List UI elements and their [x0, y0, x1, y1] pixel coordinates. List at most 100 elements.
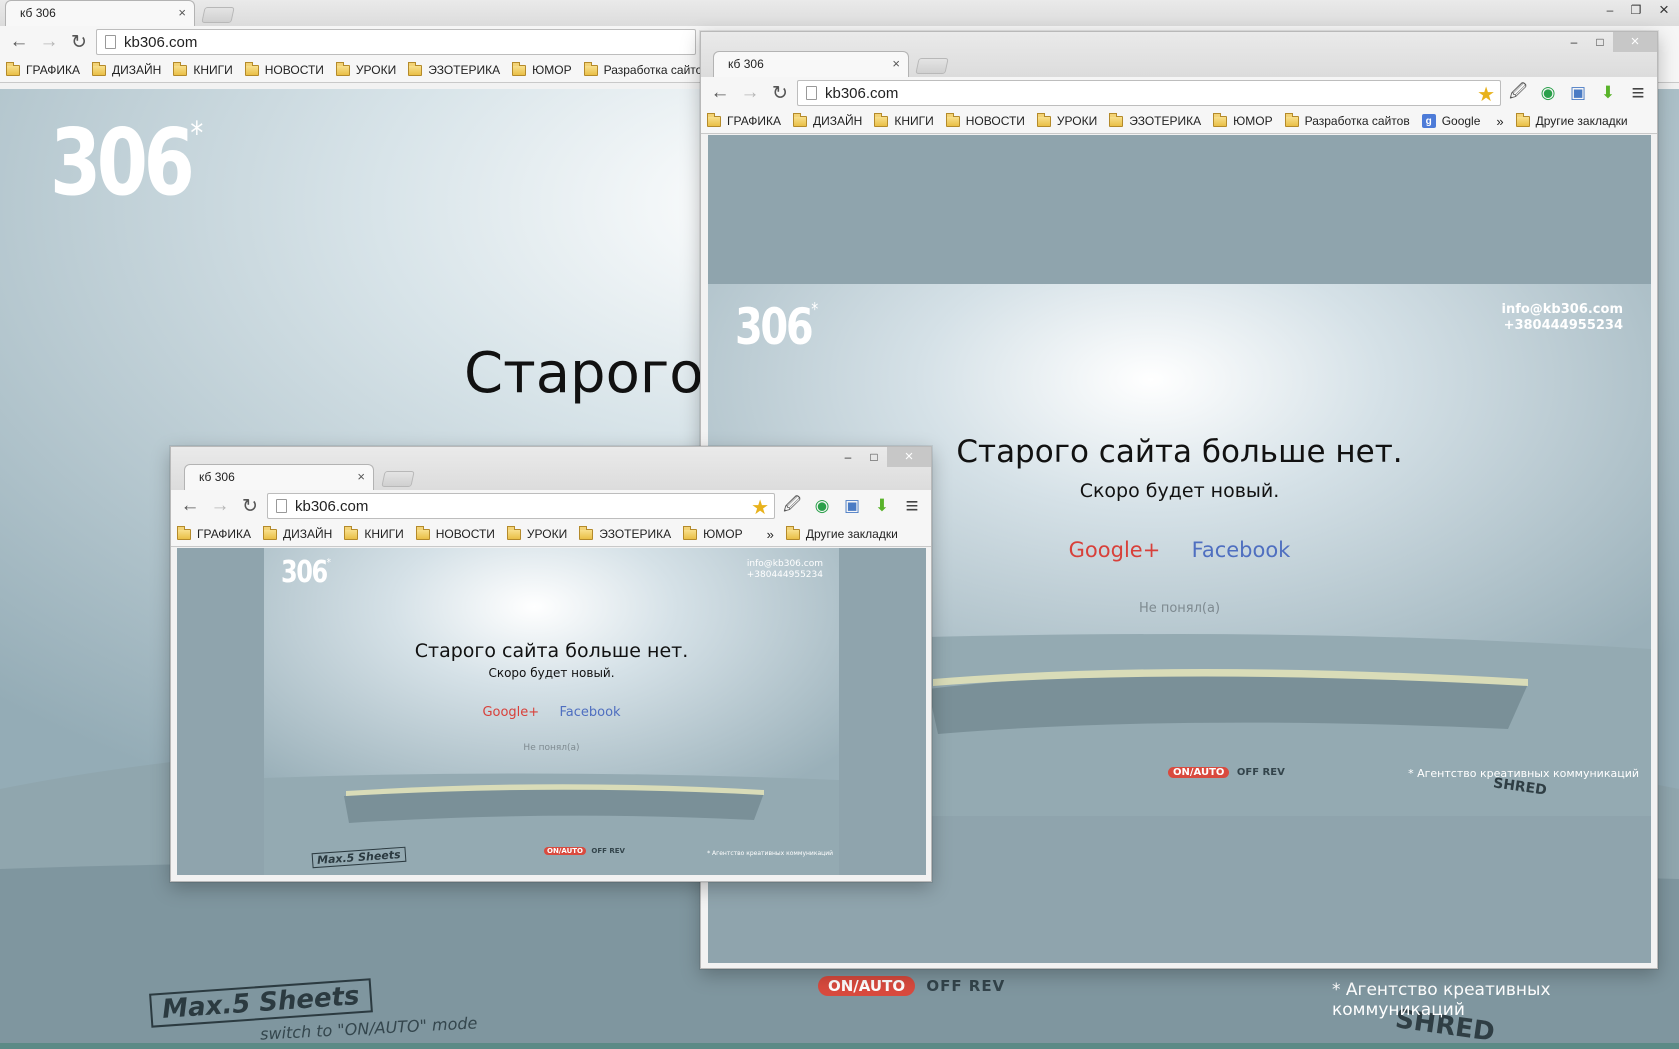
bookmark-folder[interactable]: ГРАФИКА [707, 112, 781, 128]
close-button[interactable]: × [1649, 0, 1679, 20]
bookmark-label: ДИЗАЙН [283, 527, 333, 541]
reload-icon[interactable]: ↻ [66, 29, 92, 55]
folder-icon [579, 525, 594, 540]
bookmark-folder[interactable]: ЭЗОТЕРИКА [1109, 112, 1201, 128]
minimize-button[interactable]: – [1597, 0, 1623, 20]
bookmark-other[interactable]: Другие закладки [1515, 112, 1628, 128]
bookmark-folder[interactable]: ЮМОР [683, 525, 743, 541]
maximize-button[interactable]: □ [861, 447, 887, 467]
tab-close-icon[interactable]: × [892, 56, 900, 71]
bookmark-google[interactable]: g Google [1421, 114, 1481, 128]
switch-on-label: ON/AUTO [818, 976, 916, 996]
star-icon[interactable]: ★ [1477, 82, 1495, 107]
bookmark-label: Другие закладки [1535, 114, 1628, 128]
bookmark-folder[interactable]: ЮМОР [512, 61, 572, 77]
new-tab-button[interactable] [381, 471, 415, 487]
site-logo[interactable]: 306* [50, 117, 203, 209]
bookmark-folder[interactable]: Разработка сайтов [583, 61, 709, 77]
color-wheel-icon[interactable]: ◉ [809, 493, 835, 519]
forward-arrow-icon[interactable]: → [36, 29, 62, 55]
folder-icon [244, 61, 259, 76]
screenshot-icon[interactable]: ▣ [1565, 80, 1591, 106]
bookmark-folder[interactable]: НОВОСТИ [244, 61, 324, 77]
eyedropper-icon[interactable]: 🖉 [779, 493, 805, 519]
bookmark-folder[interactable]: НОВОСТИ [945, 112, 1025, 128]
subtitle: Скоро будет новый. [488, 666, 615, 680]
bookmark-label: УРОКИ [526, 527, 568, 541]
logo-text: 306 [735, 298, 814, 356]
bookmark-folder[interactable]: УРОКИ [506, 525, 568, 541]
bookmark-folder[interactable]: Разработка сайтов [1284, 112, 1410, 128]
switch-on-label: ON/AUTO [544, 847, 586, 855]
contact-email[interactable]: info@kb306.com [1501, 302, 1623, 318]
facebook-link[interactable]: Facebook [1192, 538, 1291, 562]
contact-email[interactable]: info@kb306.com [747, 559, 823, 570]
bookmark-other[interactable]: Другие закладки [785, 525, 898, 541]
folder-icon [263, 525, 278, 540]
reload-icon[interactable]: ↻ [767, 80, 793, 106]
address-bar[interactable]: kb306.com ★ [797, 80, 1501, 106]
site-logo[interactable]: 306* [281, 558, 331, 588]
bookmark-label: Google [1441, 114, 1481, 128]
bookmark-folder[interactable]: ГРАФИКА [6, 61, 80, 77]
bookmarks-overflow-chevron[interactable]: » [1496, 114, 1503, 129]
screenshot-icon[interactable]: ▣ [839, 493, 865, 519]
bookmark-folder[interactable]: НОВОСТИ [415, 525, 495, 541]
address-text: kb306.com [825, 84, 899, 102]
google-plus-link[interactable]: Google+ [482, 705, 539, 720]
download-icon[interactable]: ⬇ [869, 493, 895, 519]
forward-arrow-icon[interactable]: → [207, 493, 233, 519]
bookmark-folder[interactable]: ЭЗОТЕРИКА [408, 61, 500, 77]
tab-close-icon[interactable]: × [178, 5, 186, 20]
menu-icon[interactable]: ≡ [899, 493, 925, 519]
minimize-button[interactable]: – [835, 447, 861, 467]
bookmark-label: ЮМОР [532, 63, 572, 77]
bookmark-folder[interactable]: ДИЗАЙН [92, 61, 161, 77]
bookmark-folder[interactable]: УРОКИ [1036, 112, 1097, 128]
address-bar[interactable]: kb306.com [96, 29, 696, 55]
bookmark-folder[interactable]: ДИЗАЙН [793, 112, 862, 128]
didnt-understand-link[interactable]: Не понял(а) [264, 743, 839, 753]
browser-tab[interactable]: кб 306 × [713, 51, 909, 77]
bookmark-folder[interactable]: ЮМОР [1213, 112, 1273, 128]
folder-icon [945, 112, 960, 127]
site-logo[interactable]: 306* [735, 301, 818, 352]
bookmark-folder[interactable]: ГРАФИКА [177, 525, 251, 541]
download-icon[interactable]: ⬇ [1595, 80, 1621, 106]
bookmark-folder[interactable]: КНИГИ [173, 61, 233, 77]
back-arrow-icon[interactable]: ← [177, 493, 203, 519]
google-plus-link[interactable]: Google+ [1069, 538, 1161, 562]
new-tab-button[interactable] [915, 58, 949, 74]
back-arrow-icon[interactable]: ← [6, 29, 32, 55]
bookmarks-overflow-chevron[interactable]: » [767, 527, 774, 542]
address-bar[interactable]: kb306.com ★ [267, 493, 775, 519]
close-button[interactable]: × [887, 447, 931, 467]
bookmark-folder[interactable]: ЭЗОТЕРИКА [579, 525, 671, 541]
bookmark-folder[interactable]: КНИГИ [874, 112, 934, 128]
maximize-button[interactable]: □ [1587, 32, 1613, 52]
google-icon: g [1421, 114, 1436, 128]
tab-title: кб 306 [20, 6, 56, 20]
new-tab-button[interactable] [201, 7, 235, 23]
minimize-button[interactable]: – [1561, 32, 1587, 52]
restore-button[interactable]: ❐ [1623, 0, 1649, 20]
menu-icon[interactable]: ≡ [1625, 80, 1651, 106]
close-button[interactable]: × [1613, 32, 1657, 52]
bookmark-folder[interactable]: КНИГИ [344, 525, 404, 541]
browser-tab[interactable]: кб 306 × [184, 464, 374, 490]
facebook-link[interactable]: Facebook [559, 705, 620, 720]
forward-arrow-icon[interactable]: → [737, 80, 763, 106]
switch-off-label: OFF REV [926, 977, 1006, 995]
bookmark-folder[interactable]: ДИЗАЙН [263, 525, 333, 541]
reload-icon[interactable]: ↻ [237, 493, 263, 519]
tab-title: кб 306 [199, 470, 235, 484]
toolbar: ← → ↻ kb306.com ★ 🖉 ◉ ▣ ⬇ ≡ [701, 77, 1657, 109]
browser-tab[interactable]: кб 306 × [5, 0, 195, 26]
eyedropper-icon[interactable]: 🖉 [1505, 80, 1531, 106]
tab-close-icon[interactable]: × [357, 469, 365, 484]
color-wheel-icon[interactable]: ◉ [1535, 80, 1561, 106]
headline: Старого сайта больше нет. [414, 640, 689, 662]
back-arrow-icon[interactable]: ← [707, 80, 733, 106]
bookmark-folder[interactable]: УРОКИ [335, 61, 396, 77]
star-icon[interactable]: ★ [751, 495, 769, 520]
